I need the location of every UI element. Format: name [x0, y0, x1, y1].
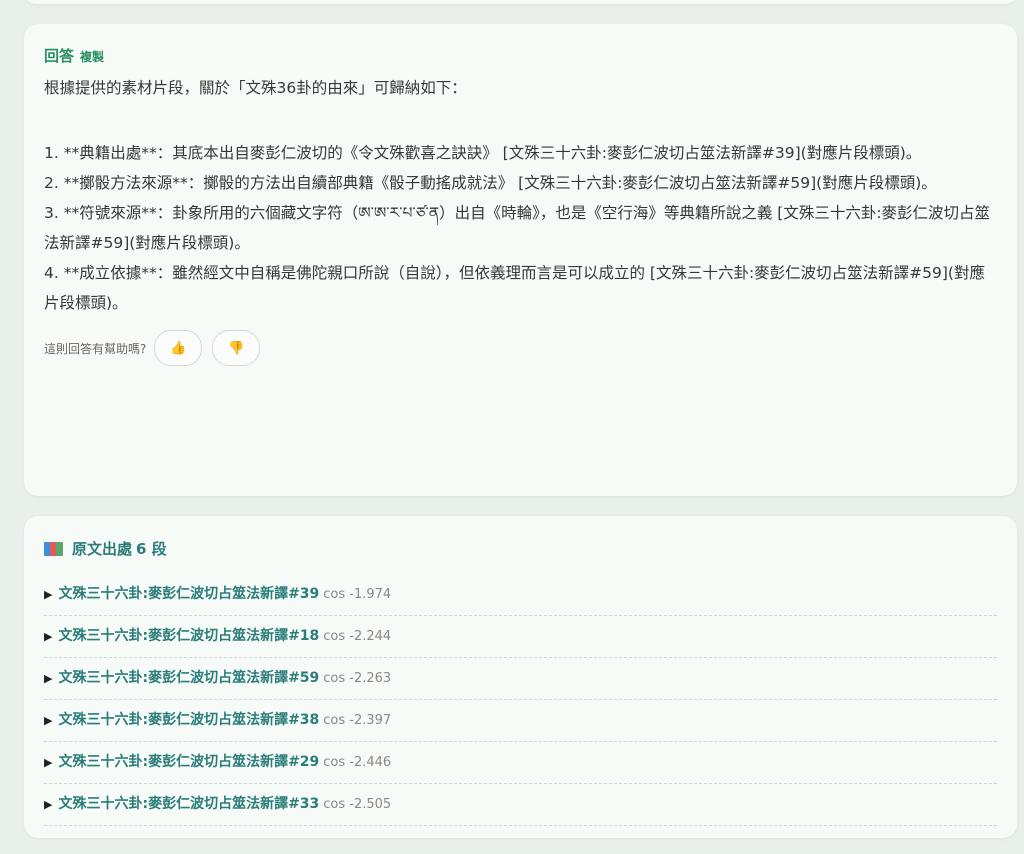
source-title: 文殊三十六卦:麥彭仁波切占筮法新譯#59	[58, 670, 320, 686]
disclosure-triangle-icon: ▶	[44, 798, 53, 811]
source-title: 文殊三十六卦:麥彭仁波切占筮法新譯#18	[58, 628, 320, 644]
source-score: cos -2.263	[323, 671, 392, 686]
disclosure-triangle-icon: ▶	[44, 672, 53, 685]
answer-list: 1. **典籍出處**：其底本出自麥彭仁波切的《令文殊歡喜之訣訣》 [文殊三十六…	[44, 138, 997, 318]
disclosure-triangle-icon: ▶	[44, 756, 53, 769]
source-item[interactable]: ▶ 文殊三十六卦:麥彭仁波切占筮法新譯#59 cos -2.263	[44, 658, 997, 700]
copy-button[interactable]: 複製	[80, 50, 104, 64]
sources-title: 原文出處	[72, 540, 133, 558]
thumbs-down-icon: 👎	[228, 340, 245, 356]
sources-card: 原文出處 6 段 ▶ 文殊三十六卦:麥彭仁波切占筮法新譯#39 cos -1.974…	[24, 516, 1017, 838]
sources-header: 原文出處 6 段	[44, 538, 997, 560]
thumbs-up-icon: 👍	[170, 340, 187, 356]
answer-item: 3. **符號來源**：卦象所用的六個藏文字符（ཨ་ཨ་ར་པ་ཙ་ན）出自《時…	[44, 204, 991, 252]
source-title: 文殊三十六卦:麥彭仁波切占筮法新譯#39	[58, 586, 320, 602]
source-item[interactable]: ▶ 文殊三十六卦:麥彭仁波切占筮法新譯#33 cos -2.505	[44, 784, 997, 826]
source-title: 文殊三十六卦:麥彭仁波切占筮法新譯#38	[58, 712, 320, 728]
source-item[interactable]: ▶ 文殊三十六卦:麥彭仁波切占筮法新譯#38 cos -2.397	[44, 700, 997, 742]
thumbs-down-button[interactable]: 👎	[212, 330, 261, 366]
source-item[interactable]: ▶ 文殊三十六卦:麥彭仁波切占筮法新譯#39 cos -1.974	[44, 574, 997, 616]
sources-count: 6 段	[136, 540, 167, 558]
source-title: 文殊三十六卦:麥彭仁波切占筮法新譯#33	[58, 796, 320, 812]
answer-card: 回答 複製 根據提供的素材片段，關於「文殊36卦的由來」可歸納如下： 1. **典…	[24, 24, 1017, 496]
source-score: cos -2.244	[323, 629, 392, 644]
answer-intro: 根據提供的素材片段，關於「文殊36卦的由來」可歸納如下：	[44, 79, 467, 97]
disclosure-triangle-icon: ▶	[44, 714, 53, 727]
books-icon	[44, 542, 64, 556]
thumbs-up-button[interactable]: 👍	[154, 330, 203, 366]
previous-card	[24, 0, 1017, 4]
sources-list: ▶ 文殊三十六卦:麥彭仁波切占筮法新譯#39 cos -1.974 ▶ 文殊三十六卦:…	[44, 574, 997, 826]
answer-item: 1. **典籍出處**：其底本出自麥彭仁波切的《令文殊歡喜之訣訣》 [文殊三十六…	[44, 144, 922, 162]
source-item[interactable]: ▶ 文殊三十六卦:麥彭仁波切占筮法新譯#29 cos -2.446	[44, 742, 997, 784]
source-score: cos -2.505	[323, 797, 392, 812]
source-score: cos -2.397	[323, 713, 392, 728]
answer-title: 回答	[44, 47, 75, 65]
disclosure-triangle-icon: ▶	[44, 630, 53, 643]
source-score: cos -1.974	[323, 587, 392, 602]
source-score: cos -2.446	[323, 755, 392, 770]
answer-item: 4. **成立依據**：雖然經文中自稱是佛陀親口所說（自說），但依義理而言是可以…	[44, 264, 985, 312]
answer-header: 回答 複製	[44, 44, 997, 68]
disclosure-triangle-icon: ▶	[44, 588, 53, 601]
answer-item: 2. **擲骰方法來源**：擲骰的方法出自續部典籍《骰子動搖成就法》 [文殊三十…	[44, 174, 937, 192]
feedback-bar: 這則回答有幫助嗎? 👍 👎	[44, 330, 997, 366]
source-title: 文殊三十六卦:麥彭仁波切占筮法新譯#29	[58, 754, 320, 770]
feedback-label: 這則回答有幫助嗎?	[44, 341, 147, 356]
source-item[interactable]: ▶ 文殊三十六卦:麥彭仁波切占筮法新譯#18 cos -2.244	[44, 616, 997, 658]
